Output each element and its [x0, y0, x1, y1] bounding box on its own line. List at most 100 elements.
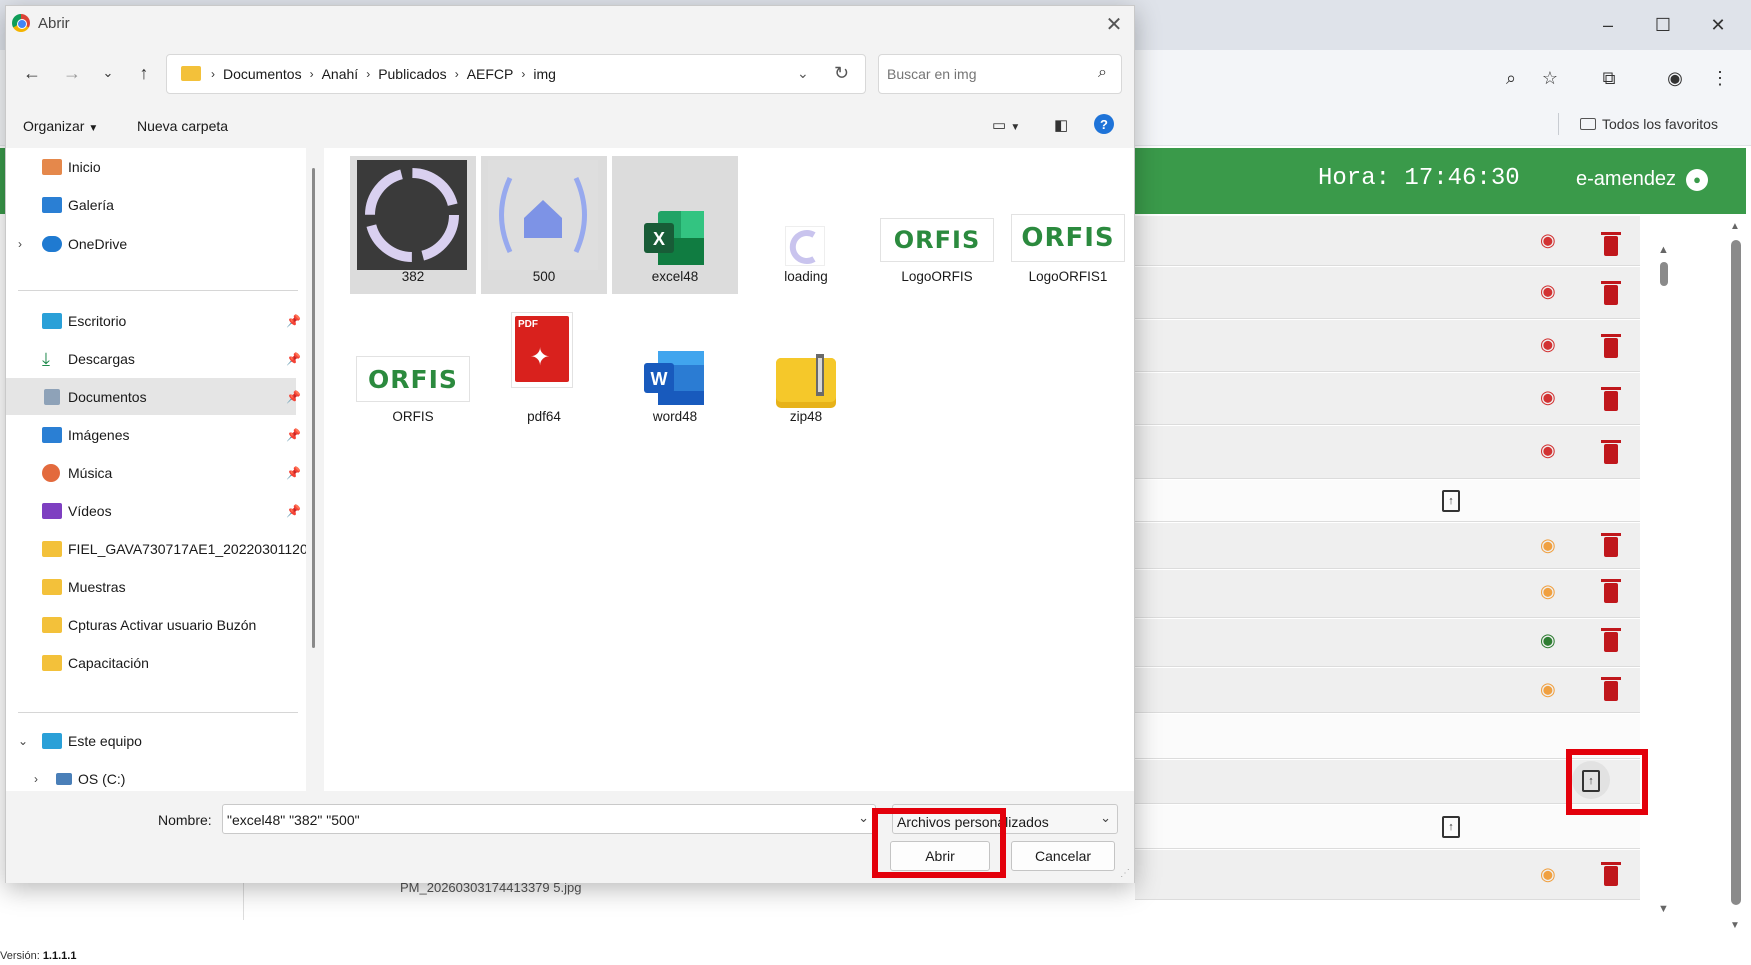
nav-item-descargas[interactable]: ⤓ Descargas 📌: [6, 340, 301, 377]
delete-trash-icon[interactable]: [1601, 232, 1621, 256]
chevron-down-icon[interactable]: ⌄: [797, 65, 809, 82]
scroll-down-arrow-icon[interactable]: ▼: [1658, 903, 1669, 915]
view-eye-icon[interactable]: ◉: [1540, 231, 1562, 249]
inner-scrollbar-thumb[interactable]: [1660, 262, 1668, 286]
view-eye-icon[interactable]: ◉: [1540, 441, 1562, 459]
file-item[interactable]: 500: [481, 156, 607, 294]
delete-trash-icon[interactable]: [1601, 387, 1621, 411]
scroll-up-arrow-icon[interactable]: ▲: [1658, 244, 1669, 256]
delete-trash-icon[interactable]: [1601, 533, 1621, 557]
file-item[interactable]: 382: [350, 156, 476, 294]
upload-file-icon[interactable]: ↑: [1442, 816, 1460, 838]
file-item[interactable]: W word48: [612, 296, 738, 434]
search-icon[interactable]: ⌕: [1098, 64, 1107, 82]
extensions-icon[interactable]: ⧉: [1594, 63, 1624, 93]
file-item[interactable]: loading: [743, 156, 869, 294]
view-eye-icon[interactable]: ◉: [1540, 388, 1562, 406]
upload-file-icon[interactable]: ↑: [1442, 490, 1460, 512]
view-eye-icon[interactable]: ◉: [1540, 335, 1562, 353]
pin-icon[interactable]: 📌: [286, 352, 301, 366]
nav-item-musica[interactable]: Música 📌: [6, 454, 301, 491]
delete-trash-icon[interactable]: [1601, 334, 1621, 358]
nav-item-onedrive[interactable]: › OneDrive: [6, 225, 296, 262]
delete-trash-icon[interactable]: [1601, 579, 1621, 603]
star-icon[interactable]: ☆: [1535, 63, 1565, 93]
nav-item-videos[interactable]: Vídeos 📌: [6, 492, 301, 529]
nav-item-este-equipo[interactable]: ⌄ Este equipo: [6, 722, 296, 759]
resize-grip-icon[interactable]: ⋰: [1120, 868, 1130, 879]
profile-icon[interactable]: ◉: [1660, 63, 1690, 93]
page-scroll-down-icon[interactable]: ▼: [1730, 920, 1740, 931]
file-item[interactable]: ORFIS LogoORFIS: [874, 156, 1000, 294]
nav-item-inicio[interactable]: Inicio: [6, 148, 296, 185]
cancel-button[interactable]: Cancelar: [1011, 841, 1115, 871]
file-item[interactable]: PDF ✦ pdf64: [481, 296, 607, 434]
view-eye-icon[interactable]: ◉: [1540, 865, 1562, 883]
table-row: [1135, 619, 1640, 667]
menu-icon[interactable]: ⋮: [1705, 63, 1735, 93]
filename-input[interactable]: [227, 810, 847, 830]
delete-trash-icon[interactable]: [1601, 440, 1621, 464]
delete-trash-icon[interactable]: [1601, 628, 1621, 652]
nav-item-folder-fiel[interactable]: FIEL_GAVA730717AE1_20220301120455: [6, 530, 306, 567]
organize-menu[interactable]: Organizar ▼: [23, 118, 98, 134]
view-eye-icon[interactable]: ◉: [1540, 282, 1562, 300]
view-eye-icon[interactable]: ◉: [1540, 631, 1562, 649]
delete-trash-icon[interactable]: [1601, 862, 1621, 886]
user-menu[interactable]: e-amendez ●: [1576, 168, 1709, 191]
breadcrumb-item[interactable]: Anahí: [322, 66, 359, 82]
view-eye-icon[interactable]: ◉: [1540, 680, 1562, 698]
refresh-icon[interactable]: ↻: [834, 63, 849, 84]
file-item[interactable]: ORFIS ORFIS: [350, 296, 476, 434]
delete-trash-icon[interactable]: [1601, 281, 1621, 305]
breadcrumb-item[interactable]: img: [533, 66, 556, 82]
pin-icon[interactable]: 📌: [286, 390, 301, 404]
nav-item-escritorio[interactable]: Escritorio 📌: [6, 302, 301, 339]
file-item[interactable]: X excel48: [612, 156, 738, 294]
breadcrumb-item[interactable]: Documentos: [223, 66, 302, 82]
minimize-icon[interactable]: –: [1588, 10, 1628, 40]
nav-item-os-c[interactable]: › OS (C:): [6, 760, 296, 791]
pin-icon[interactable]: 📌: [286, 428, 301, 442]
all-bookmarks-button[interactable]: Todos los favoritos: [1580, 113, 1718, 135]
up-arrow-icon[interactable]: ↑: [130, 59, 158, 87]
dialog-close-icon[interactable]: ✕: [1100, 10, 1128, 38]
chevron-right-icon[interactable]: ›: [34, 772, 38, 786]
address-bar[interactable]: › Documentos › Anahí › Publicados › AEFC…: [166, 54, 866, 94]
file-item[interactable]: ORFIS LogoORFIS1: [1005, 156, 1131, 294]
nav-item-folder-muestras[interactable]: Muestras: [6, 568, 296, 605]
zoom-icon[interactable]: ⌕: [1496, 63, 1526, 93]
nav-item-folder-capturas[interactable]: Cpturas Activar usuario Buzón: [6, 606, 296, 643]
nav-item-folder-capacitacion[interactable]: Capacitación: [6, 644, 296, 681]
view-mode-icon[interactable]: ▭ ▼: [992, 116, 1020, 134]
window-close-icon[interactable]: ✕: [1698, 10, 1738, 40]
nav-item-imagenes[interactable]: Imágenes 📌: [6, 416, 301, 453]
nav-item-galeria[interactable]: Galería: [6, 186, 296, 223]
nav-pane-scrollbar[interactable]: [312, 168, 315, 648]
back-arrow-icon[interactable]: ←: [18, 59, 46, 87]
pin-icon[interactable]: 📌: [286, 466, 301, 480]
chevron-down-icon[interactable]: ⌄: [18, 734, 28, 748]
recent-locations-icon[interactable]: ⌄: [94, 59, 122, 87]
chevron-right-icon[interactable]: ›: [18, 237, 22, 251]
breadcrumb-item[interactable]: AEFCP: [467, 66, 514, 82]
file-item[interactable]: zip48: [743, 296, 869, 434]
help-icon[interactable]: ?: [1094, 114, 1114, 134]
page-scrollbar-thumb[interactable]: [1731, 240, 1741, 905]
pin-icon[interactable]: 📌: [286, 314, 301, 328]
forward-arrow-icon[interactable]: →: [58, 59, 86, 87]
page-scroll-up-icon[interactable]: ▲: [1730, 221, 1740, 232]
view-eye-icon[interactable]: ◉: [1540, 536, 1562, 554]
view-eye-icon[interactable]: ◉: [1540, 582, 1562, 600]
pin-icon[interactable]: 📌: [286, 504, 301, 518]
breadcrumb-item[interactable]: Publicados: [378, 66, 447, 82]
new-folder-button[interactable]: Nueva carpeta: [137, 118, 228, 134]
search-box[interactable]: ⌕: [878, 54, 1122, 94]
filename-combobox[interactable]: ⌄: [222, 804, 876, 834]
preview-pane-icon[interactable]: ◧: [1054, 116, 1068, 134]
nav-item-documentos[interactable]: Documentos 📌: [6, 378, 301, 415]
delete-trash-icon[interactable]: [1601, 677, 1621, 701]
chevron-down-icon[interactable]: ⌄: [858, 810, 869, 826]
search-input[interactable]: [887, 63, 1077, 85]
maximize-icon[interactable]: ☐: [1643, 10, 1683, 40]
